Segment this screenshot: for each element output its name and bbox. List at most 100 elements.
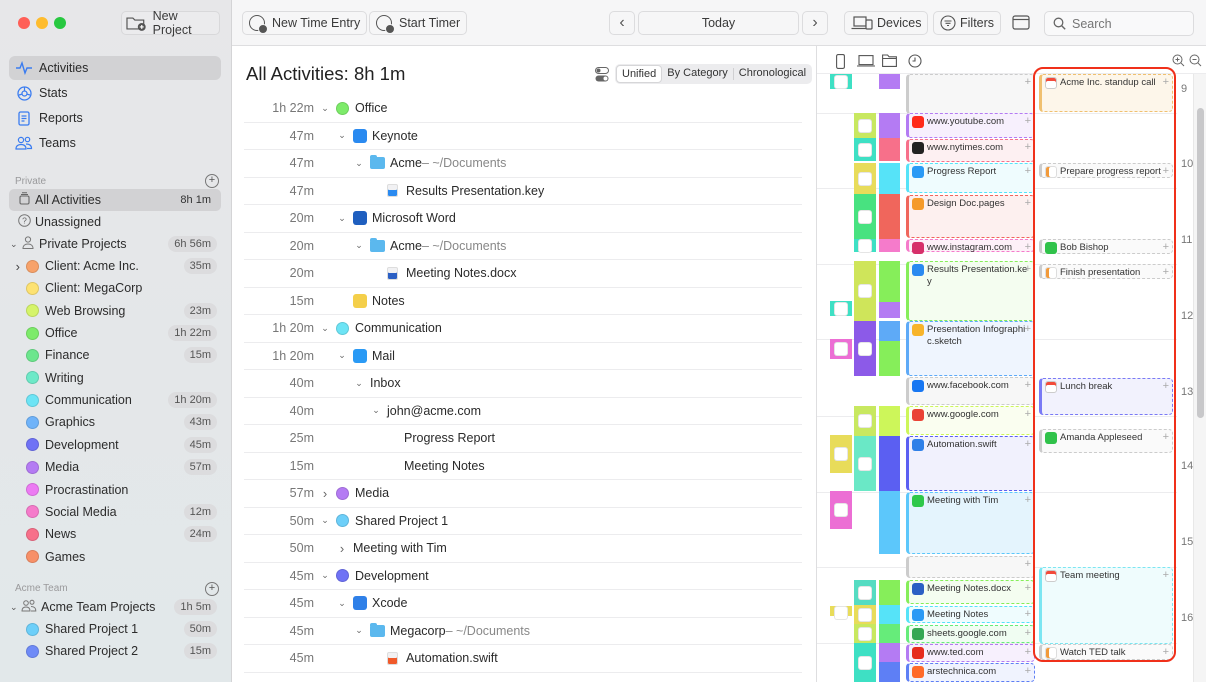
activity-row[interactable]: 50m › Meeting with Tim: [244, 535, 802, 563]
add-icon[interactable]: +: [1025, 494, 1031, 506]
app-usage-block[interactable]: [830, 435, 852, 473]
add-icon[interactable]: +: [1025, 558, 1031, 570]
add-icon[interactable]: +: [1163, 76, 1169, 88]
add-icon[interactable]: +: [1163, 165, 1169, 177]
add-icon[interactable]: +: [1025, 408, 1031, 420]
app-usage-block[interactable]: [830, 301, 852, 316]
activity-entry[interactable]: Meeting Notes +: [906, 606, 1035, 623]
add-icon[interactable]: +: [1025, 582, 1031, 594]
activity-row[interactable]: 15m Meeting Notes: [244, 453, 802, 480]
view-chronological-tab[interactable]: Chronological: [734, 65, 811, 83]
activity-entry[interactable]: Progress Report +: [906, 163, 1035, 193]
add-icon[interactable]: +: [1025, 115, 1031, 127]
add-icon[interactable]: +: [1025, 665, 1031, 677]
activity-row[interactable]: 40m ⌄ john@acme.com: [244, 398, 802, 425]
category-usage-block[interactable]: [879, 491, 900, 554]
sidebar-item-unassigned[interactable]: ? Unassigned: [9, 211, 221, 233]
activity-entry[interactable]: Results Presentation.key +: [906, 261, 1035, 321]
chevron-down-icon[interactable]: ⌄: [10, 239, 20, 250]
sidebar-item-reports[interactable]: Reports: [9, 106, 221, 130]
chevron-down-icon[interactable]: ⌄: [10, 602, 20, 613]
view-by-category-tab[interactable]: By Category: [662, 65, 733, 83]
activity-row[interactable]: 57m › Media: [244, 480, 802, 508]
add-icon[interactable]: +: [1025, 438, 1031, 450]
add-icon[interactable]: +: [1025, 76, 1031, 88]
sidebar-item-all-activities[interactable]: All Activities 8h 1m: [9, 189, 221, 211]
activity-entry[interactable]: www.instagram.com +: [906, 239, 1035, 254]
chevron-down-icon[interactable]: ⌄: [352, 158, 366, 169]
previous-day-button[interactable]: ‹: [609, 11, 635, 35]
activity-row[interactable]: 47m ⌄ Keynote: [244, 123, 802, 150]
toggle-panel-button[interactable]: [1012, 15, 1030, 33]
chevron-right-icon[interactable]: ›: [318, 486, 332, 501]
minimize-window-button[interactable]: [36, 17, 48, 29]
category-usage-block[interactable]: [879, 341, 900, 376]
app-usage-block[interactable]: [854, 138, 876, 161]
sidebar-project-item[interactable]: Client: MegaCorp: [9, 277, 221, 299]
sidebar-item-teams[interactable]: Teams: [9, 131, 221, 155]
add-icon[interactable]: +: [1025, 608, 1031, 620]
activity-entry[interactable]: +: [906, 74, 1035, 114]
app-usage-block[interactable]: [854, 261, 876, 321]
zoom-window-button[interactable]: [54, 17, 66, 29]
chevron-right-icon[interactable]: ›: [16, 259, 20, 274]
calendar-event[interactable]: Watch TED talk +: [1039, 644, 1173, 660]
app-usage-block[interactable]: [830, 606, 852, 620]
category-usage-block[interactable]: [879, 163, 900, 194]
category-usage-block[interactable]: [879, 194, 900, 239]
app-usage-block[interactable]: [830, 339, 852, 359]
add-icon[interactable]: +: [1025, 141, 1031, 153]
activity-entry[interactable]: Presentation Infographic.sketch +: [906, 321, 1035, 376]
activity-row[interactable]: 47m Results Presentation.key: [244, 178, 802, 205]
add-icon[interactable]: +: [1163, 266, 1169, 278]
activity-row[interactable]: 40m ⌄ Inbox: [244, 370, 802, 398]
category-usage-block[interactable]: [879, 302, 900, 318]
timeline-scrollbar-thumb[interactable]: [1197, 108, 1204, 418]
category-usage-block[interactable]: [879, 406, 900, 436]
activity-entry[interactable]: Automation.swift +: [906, 436, 1035, 491]
add-icon[interactable]: +: [1025, 197, 1031, 209]
sidebar-project-item[interactable]: Development 45m: [9, 434, 221, 456]
app-usage-block[interactable]: [854, 239, 876, 253]
add-icon[interactable]: +: [1025, 379, 1031, 391]
category-usage-block[interactable]: [879, 662, 900, 682]
add-icon[interactable]: +: [1163, 569, 1169, 581]
toggle-icon[interactable]: [595, 66, 609, 82]
category-usage-block[interactable]: [879, 580, 900, 605]
add-icon[interactable]: +: [1163, 431, 1169, 443]
category-usage-block[interactable]: [879, 605, 900, 624]
add-icon[interactable]: +: [1025, 165, 1031, 177]
activity-row[interactable]: 45m ⌄ Development: [244, 563, 802, 590]
sidebar-project-item[interactable]: Web Browsing 23m: [9, 300, 221, 322]
activity-entry[interactable]: Meeting Notes.docx +: [906, 580, 1035, 604]
calendar-event[interactable]: Bob Bishop +: [1039, 239, 1173, 254]
sidebar-project-item[interactable]: News 24m: [9, 523, 221, 545]
activity-entry[interactable]: www.youtube.com +: [906, 113, 1035, 138]
app-usage-block[interactable]: [854, 580, 876, 605]
app-usage-block[interactable]: [830, 491, 852, 529]
sidebar-project-item[interactable]: Communication 1h 20m: [9, 389, 221, 411]
sidebar-project-item[interactable]: › Client: Acme Inc. 35m: [9, 255, 221, 277]
search-field[interactable]: [1044, 11, 1194, 36]
calendar-event[interactable]: Finish presentation +: [1039, 264, 1173, 279]
new-time-entry-button[interactable]: New Time Entry: [242, 11, 368, 35]
app-usage-block[interactable]: [854, 643, 876, 682]
zoom-out-icon[interactable]: [1189, 54, 1202, 67]
sidebar-item-stats[interactable]: Stats: [9, 81, 221, 105]
app-usage-block[interactable]: [854, 436, 876, 491]
sidebar-project-item[interactable]: Writing: [9, 367, 221, 389]
activity-row[interactable]: 50m ⌄ Shared Project 1: [244, 508, 802, 535]
activity-row[interactable]: 15m Notes: [244, 288, 802, 315]
chevron-down-icon[interactable]: ⌄: [352, 240, 366, 251]
category-usage-block[interactable]: [879, 643, 900, 662]
activity-row[interactable]: 45m ⌄ Megacorp – ~/Documents: [244, 618, 802, 645]
activity-entry[interactable]: +: [906, 556, 1035, 578]
chevron-down-icon[interactable]: ⌄: [335, 350, 349, 361]
sidebar-project-shared-1[interactable]: Shared Project 1 50m: [9, 618, 221, 640]
phone-icon[interactable]: [836, 54, 845, 69]
app-usage-block[interactable]: [854, 624, 876, 643]
new-project-button[interactable]: New Project: [121, 9, 220, 37]
activity-row[interactable]: 20m ⌄ Acme – ~/Documents: [244, 233, 802, 260]
category-usage-block[interactable]: [879, 138, 900, 161]
add-icon[interactable]: +: [1025, 323, 1031, 335]
